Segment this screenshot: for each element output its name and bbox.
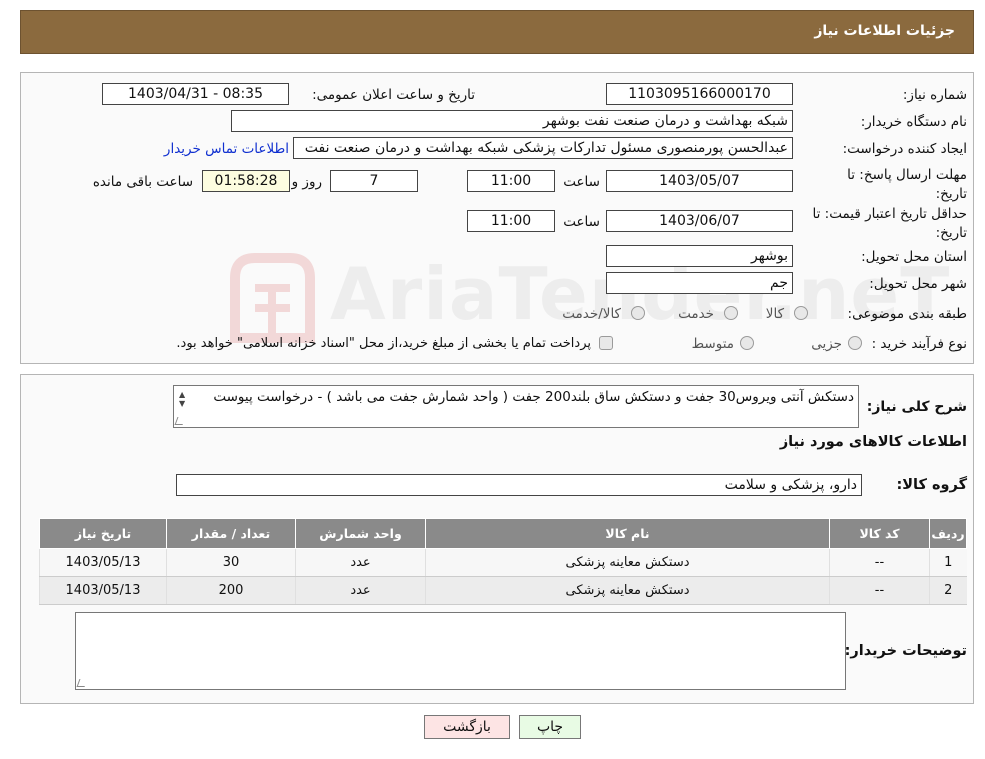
cell-row: 2: [929, 576, 967, 605]
remaining-time-field: 01:58:28: [202, 170, 290, 192]
cell-unit: عدد: [295, 576, 426, 605]
cell-name: دستکش معاینه پزشکی: [425, 548, 830, 577]
cell-code: --: [829, 548, 930, 577]
need-number-label: شماره نیاز:: [902, 87, 967, 103]
remaining-label: ساعت باقی مانده: [92, 174, 193, 190]
description-label: شرح کلی نیاز:: [866, 399, 967, 415]
buyer-org-field: شبکه بهداشت و درمان صنعت نفت بوشهر: [231, 110, 793, 132]
print-button[interactable]: چاپ: [519, 715, 581, 739]
purchase-radio-minor[interactable]: [848, 336, 862, 350]
deadline-date-field: 1403/05/07: [606, 170, 793, 192]
validity-time-label: ساعت: [563, 214, 600, 230]
goods-table: ردیف کد کالا نام کالا واحد شمارش تعداد /…: [39, 518, 967, 605]
cell-unit: عدد: [295, 548, 426, 577]
cell-qty: 200: [166, 576, 296, 605]
validity-time-field: 11:00: [467, 210, 555, 232]
announce-field: 1403/04/31 - 08:35: [102, 83, 289, 105]
col-qty: تعداد / مقدار: [166, 518, 296, 549]
col-name: نام کالا: [425, 518, 830, 549]
col-code: کد کالا: [829, 518, 930, 549]
deadline-time-label: ساعت: [563, 174, 600, 190]
category-radio-service[interactable]: [724, 306, 738, 320]
announce-label: تاریخ و ساعت اعلان عمومی:: [312, 87, 475, 103]
col-unit: واحد شمارش: [295, 518, 426, 549]
category-option-service: خدمت: [678, 306, 714, 322]
category-option-goods-service: کالا/خدمت: [562, 306, 621, 322]
category-radio-goods-service[interactable]: [631, 306, 645, 320]
creator-field: عبدالحسن پورمنصوری مسئول تدارکات پزشکی ش…: [293, 137, 793, 159]
cell-qty: 30: [166, 548, 296, 577]
city-field: جم: [606, 272, 793, 294]
purchase-radio-medium[interactable]: [740, 336, 754, 350]
resize-grip-icon[interactable]: [76, 679, 88, 687]
creator-label: ایجاد کننده درخواست:: [842, 141, 967, 157]
purchase-option-medium: متوسط: [691, 336, 734, 352]
cell-row: 1: [929, 548, 967, 577]
table-header-row: ردیف کد کالا نام کالا واحد شمارش تعداد /…: [39, 518, 967, 549]
cell-date: 1403/05/13: [39, 576, 167, 605]
page-title: جزئیات اطلاعات نیاز: [814, 23, 955, 39]
cell-name: دستکش معاینه پزشکی: [425, 576, 830, 605]
announce-value: 1403/04/31 - 08:35: [128, 86, 263, 102]
deadline-time-field: 11:00: [467, 170, 555, 192]
province-field: بوشهر: [606, 245, 793, 267]
need-number-field: 1103095166000170: [606, 83, 793, 105]
table-row: 1 -- دستکش معاینه پزشکی عدد 30 1403/05/1…: [39, 548, 967, 577]
category-label: طبقه بندی موضوعی:: [847, 306, 967, 322]
deadline-label: مهلت ارسال پاسخ: تا تاریخ:: [847, 167, 967, 202]
purchase-note: پرداخت تمام یا بخشی از مبلغ خرید،از محل …: [176, 336, 591, 351]
min-validity-label: حداقل تاریخ اعتبار قیمت: تا تاریخ:: [812, 206, 967, 241]
cell-date: 1403/05/13: [39, 548, 167, 577]
goods-info-title: اطلاعات کالاهای مورد نیاز: [779, 434, 967, 450]
purchase-checkbox-treasury[interactable]: [599, 336, 613, 350]
back-button[interactable]: بازگشت: [424, 715, 510, 739]
city-label: شهر محل تحویل:: [869, 276, 967, 292]
province-label: استان محل تحویل:: [861, 249, 967, 265]
goods-table-wrap: ردیف کد کالا نام کالا واحد شمارش تعداد /…: [39, 518, 967, 605]
scroll-up-icon[interactable]: ▲: [179, 390, 185, 399]
purchase-option-minor: جزیی: [811, 336, 842, 352]
col-row: ردیف: [929, 518, 967, 549]
page-header: جزئیات اطلاعات نیاز: [20, 10, 974, 54]
goods-group-field: دارو، پزشکی و سلامت: [176, 474, 862, 496]
category-radio-goods[interactable]: [794, 306, 808, 320]
buyer-notes-text: [76, 613, 845, 621]
purchase-type-label: نوع فرآیند خرید :: [871, 336, 967, 352]
description-textarea[interactable]: دستکش آنتی ویروس30 جفت و دستکش ساق بلند2…: [173, 385, 859, 428]
contact-info-link[interactable]: اطلاعات تماس خریدار: [164, 141, 289, 157]
cell-code: --: [829, 576, 930, 605]
buyer-notes-label: توضیحات خریدار:: [844, 643, 967, 659]
scroll-down-icon[interactable]: ▼: [179, 399, 185, 408]
col-date: تاریخ نیاز: [39, 518, 167, 549]
category-option-goods: کالا: [765, 306, 784, 322]
validity-date-field: 1403/06/07: [606, 210, 793, 232]
days-label: روز و: [291, 174, 322, 190]
table-row: 2 -- دستکش معاینه پزشکی عدد 200 1403/05/…: [39, 576, 967, 605]
buyer-org-label: نام دستگاه خریدار:: [860, 114, 967, 130]
description-text: دستکش آنتی ویروس30 جفت و دستکش ساق بلند2…: [213, 389, 854, 405]
buyer-notes-textarea[interactable]: [75, 612, 846, 690]
goods-group-label: گروه کالا:: [896, 477, 967, 493]
days-field: 7: [330, 170, 418, 192]
